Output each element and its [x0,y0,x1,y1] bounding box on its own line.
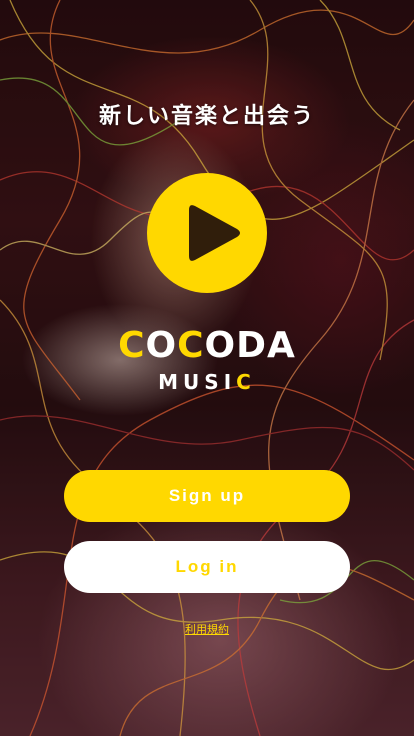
signup-button[interactable]: Sign up [64,470,350,522]
tagline: 新しい音楽と出会う [98,104,315,129]
login-button[interactable]: Log in [64,541,350,593]
brand-submark: MUSIC [0,370,414,394]
terms-link[interactable]: 利用規約 [0,621,414,637]
submark-part: MUSI [158,370,237,394]
play-icon [147,173,267,293]
wordmark-part: C [118,325,146,366]
brand-wordmark: COCODA [0,326,414,366]
wordmark-part: C [177,325,205,366]
wordmark-part: O [145,325,178,366]
submark-part: C [236,370,256,394]
wordmark-part: ODA [204,325,296,366]
welcome-screen: 新しい音楽と出会う COCODA MUSIC Sign up Log in 利用… [0,0,414,736]
